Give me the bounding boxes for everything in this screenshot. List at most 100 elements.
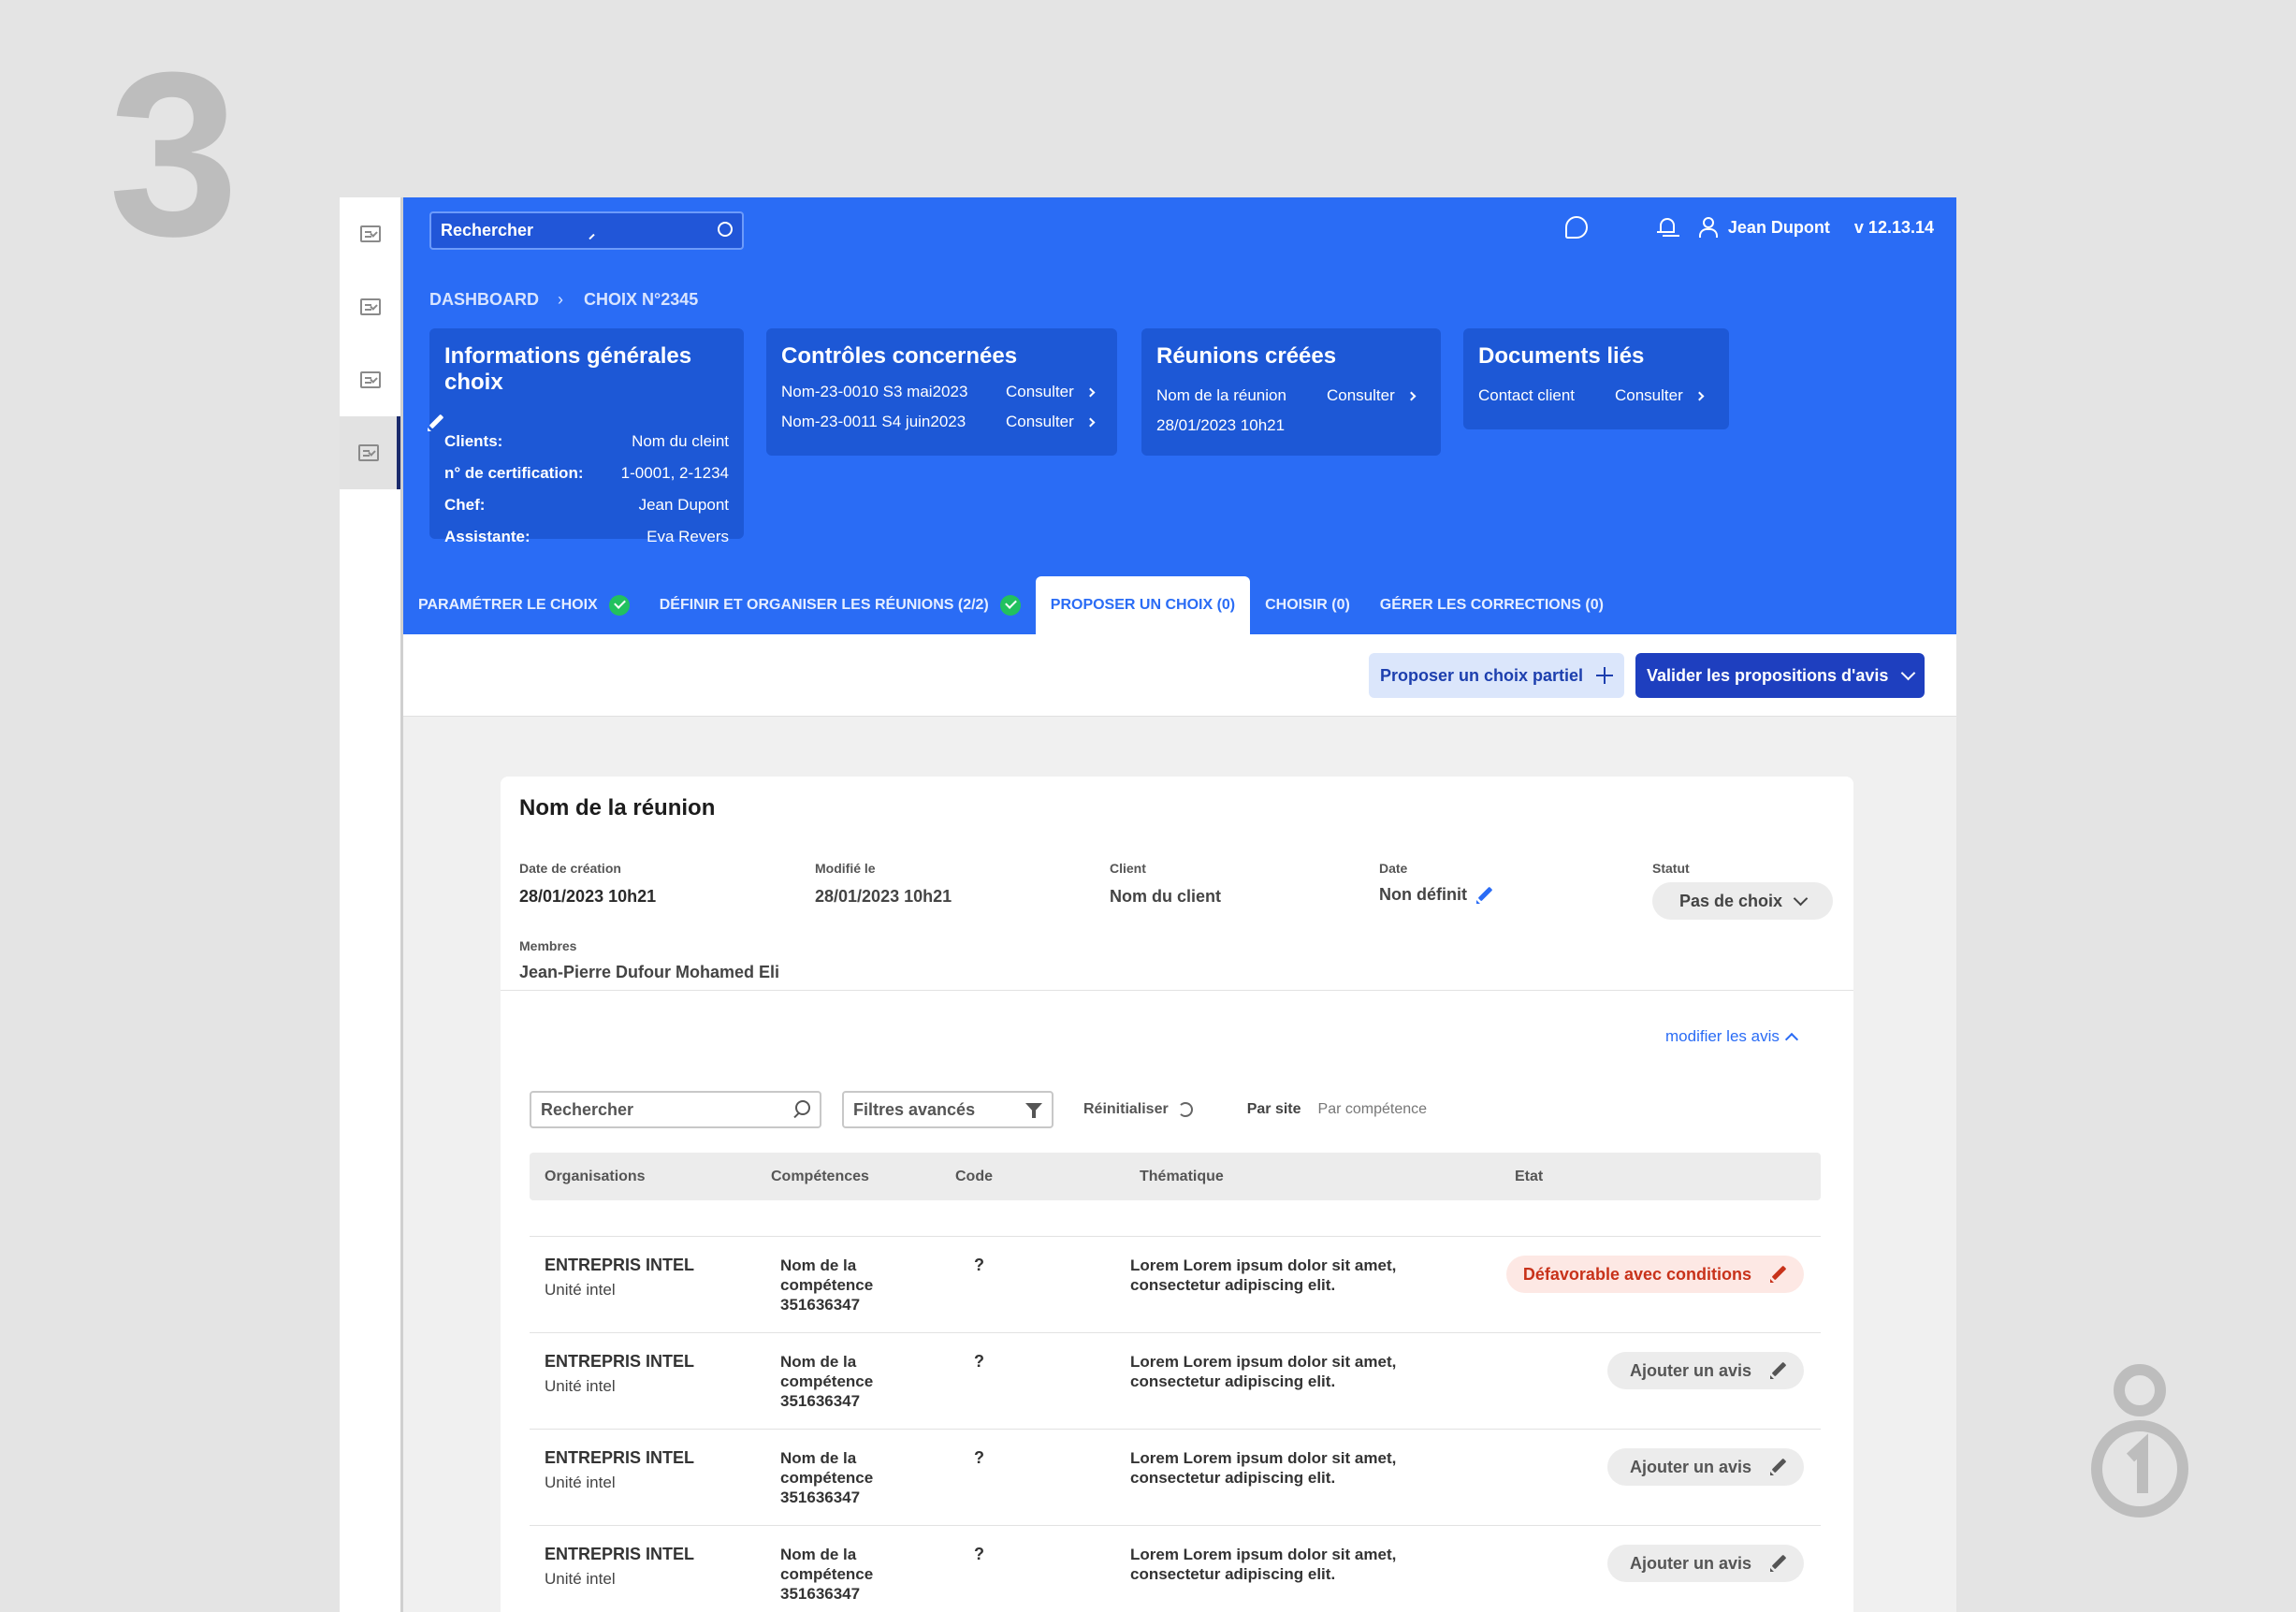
- segment-by-site[interactable]: Par site: [1247, 1101, 1301, 1118]
- add-opinion-label: Ajouter un avis: [1629, 1457, 1751, 1476]
- info-value: Eva Revers: [647, 528, 729, 545]
- chevron-right-icon: [1085, 417, 1096, 427]
- validate-proposals-button[interactable]: Valider les propositions d'avis: [1635, 653, 1925, 698]
- skill-line: compétence: [780, 1372, 874, 1390]
- meeting-date: 28/01/2023 10h21: [1156, 416, 1286, 434]
- user-icon: [1698, 216, 1718, 239]
- col-competences[interactable]: Compétences: [771, 1169, 869, 1185]
- controls-card: Contrôles concernées Nom-23-0010 S3 mai2…: [766, 328, 1117, 456]
- breadcrumb-root[interactable]: DASHBOARD: [429, 290, 539, 310]
- propose-partial-button[interactable]: Proposer un choix partiel: [1369, 653, 1625, 698]
- status-select[interactable]: Pas de choix: [1652, 882, 1833, 920]
- tab-proposer[interactable]: PROPOSER UN CHOIX (0): [1035, 576, 1251, 634]
- info-label: n° de certification:: [444, 464, 584, 482]
- tab-reunions[interactable]: DÉFINIR ET ORGANISER LES RÉUNIONS (2/2): [645, 576, 1036, 634]
- consult-link[interactable]: Consulter: [1615, 386, 1705, 405]
- col-thematique[interactable]: Thématique: [1140, 1169, 1224, 1185]
- tab-parametrer[interactable]: PARAMÉTRER LE CHOIX: [403, 576, 645, 634]
- state-badge[interactable]: Défavorable avec conditions: [1505, 1256, 1804, 1293]
- check-circle-icon: [608, 595, 630, 616]
- info-value: Jean Dupont: [638, 496, 729, 514]
- info-row: Clients: Nom du cleint: [444, 432, 729, 451]
- edit-date-pencil-icon[interactable]: [1475, 887, 1493, 904]
- tab-corrections[interactable]: GÉRER LES CORRECTIONS (0): [1365, 576, 1619, 634]
- add-opinion-button[interactable]: Ajouter un avis: [1606, 1448, 1804, 1486]
- table-row: ENTREPRIS INTEL Unité intel Nom de la comp…: [530, 1429, 1821, 1525]
- add-opinion-button[interactable]: Ajouter un avis: [1606, 1352, 1804, 1389]
- segment-by-skill[interactable]: Par compétence: [1318, 1101, 1428, 1118]
- rail-item-4[interactable]: [340, 416, 400, 489]
- skill-line: Nom de la: [780, 1353, 857, 1371]
- rail-item-1[interactable]: [340, 197, 400, 270]
- chevron-up-icon: [1784, 1032, 1798, 1047]
- modified-meta: Modifié le 28/01/2023 10h21: [815, 861, 952, 907]
- checklist-icon: [359, 371, 381, 388]
- info-card-title: Informations générales choix: [444, 343, 692, 395]
- chevron-down-icon: [1901, 665, 1916, 680]
- edit-pencil-icon: [1770, 1266, 1787, 1283]
- propose-partial-label: Proposer un choix partiel: [1380, 665, 1584, 685]
- skill-line: 351636347: [780, 1585, 861, 1603]
- modified-value: 28/01/2023 10h21: [815, 887, 952, 906]
- table-search-input[interactable]: Rechercher: [530, 1091, 821, 1128]
- step-number: 3: [109, 23, 240, 284]
- user-name[interactable]: Jean Dupont: [1728, 218, 1830, 238]
- org-name: ENTREPRIS INTEL: [545, 1545, 695, 1563]
- theme-line: Lorem Lorem ipsum dolor sit amet,: [1130, 1449, 1397, 1467]
- theme-cell: Lorem Lorem ipsum dolor sit amet, consect…: [1130, 1448, 1396, 1488]
- edit-pencil-icon[interactable]: [428, 414, 444, 431]
- bell-icon[interactable]: [1655, 216, 1678, 239]
- date-label: Date: [1379, 861, 1408, 876]
- theme-line: consectetur adipiscing elit.: [1130, 1469, 1336, 1487]
- client-value: Nom du client: [1110, 887, 1222, 906]
- consult-link[interactable]: Consulter: [1006, 383, 1096, 401]
- app-window: Rechercher Jean Dupont v 12.13.14 DASHBO…: [340, 197, 1956, 1612]
- org-cell: ENTREPRIS INTEL Unité intel: [545, 1256, 694, 1300]
- table-search-placeholder: Rechercher: [541, 1099, 634, 1119]
- rail-item-2[interactable]: [340, 270, 400, 343]
- theme-line: Lorem Lorem ipsum dolor sit amet,: [1130, 1546, 1397, 1563]
- checklist-icon: [359, 225, 381, 242]
- meetings-card-title: Réunions créées: [1156, 343, 1337, 369]
- documents-card: Documents liés Contact client Consulter: [1463, 328, 1729, 429]
- edit-pencil-icon: [1770, 1459, 1787, 1475]
- col-organisations[interactable]: Organisations: [545, 1169, 646, 1185]
- presentation-frame: 3 Rechercher Jean Dupont v 12.13.14 DASH…: [0, 0, 2296, 1612]
- state-label: Défavorable avec conditions: [1522, 1264, 1751, 1284]
- col-etat[interactable]: Etat: [1515, 1169, 1543, 1185]
- consult-link[interactable]: Consulter: [1327, 386, 1417, 405]
- header: Rechercher Jean Dupont v 12.13.14 DASHBO…: [403, 197, 1956, 634]
- tab-choisir[interactable]: CHOISIR (0): [1250, 576, 1365, 634]
- table-row: ENTREPRIS INTEL Unité intel Nom de la comp…: [530, 1525, 1821, 1612]
- col-code[interactable]: Code: [955, 1169, 993, 1185]
- checklist-icon: [357, 444, 379, 461]
- code-cell: ?: [974, 1352, 984, 1371]
- meeting-name: Nom de la réunion: [1156, 386, 1286, 404]
- add-opinion-button[interactable]: Ajouter un avis: [1606, 1545, 1804, 1582]
- workflow-tabs: PARAMÉTRER LE CHOIX DÉFINIR ET ORGANISER…: [403, 576, 1619, 634]
- top-right-toolbar: Jean Dupont v 12.13.14: [1564, 216, 1934, 239]
- reset-button[interactable]: Réinitialiser: [1083, 1101, 1193, 1118]
- rail-item-3[interactable]: [340, 343, 400, 416]
- consult-link[interactable]: Consulter: [1006, 413, 1096, 431]
- reset-label: Réinitialiser: [1083, 1101, 1169, 1117]
- theme-line: consectetur adipiscing elit.: [1130, 1565, 1336, 1583]
- modify-opinions-link[interactable]: modifier les avis: [1665, 1027, 1798, 1047]
- global-search-input[interactable]: Rechercher: [429, 211, 744, 250]
- plus-icon: [1596, 667, 1614, 684]
- chat-icon[interactable]: [1564, 216, 1588, 239]
- info-label: Clients:: [444, 432, 503, 450]
- skill-line: 351636347: [780, 1392, 861, 1410]
- skill-line: Nom de la: [780, 1546, 857, 1563]
- control-name: Nom-23-0010 S3 mai2023: [781, 383, 968, 400]
- org-cell: ENTREPRIS INTEL Unité intel: [545, 1352, 694, 1396]
- breadcrumb-chevron-icon: ›: [558, 290, 563, 309]
- search-icon[interactable]: [587, 221, 733, 240]
- date-meta: Date Non définit: [1379, 861, 1493, 905]
- code-cell: ?: [974, 1256, 984, 1274]
- members-value: Jean-Pierre Dufour Mohamed Eli: [519, 963, 780, 981]
- org-name: ENTREPRIS INTEL: [545, 1256, 695, 1274]
- advanced-filters-button[interactable]: Filtres avancés: [842, 1091, 1054, 1128]
- skill-line: 351636347: [780, 1296, 861, 1314]
- created-value: 28/01/2023 10h21: [519, 887, 657, 906]
